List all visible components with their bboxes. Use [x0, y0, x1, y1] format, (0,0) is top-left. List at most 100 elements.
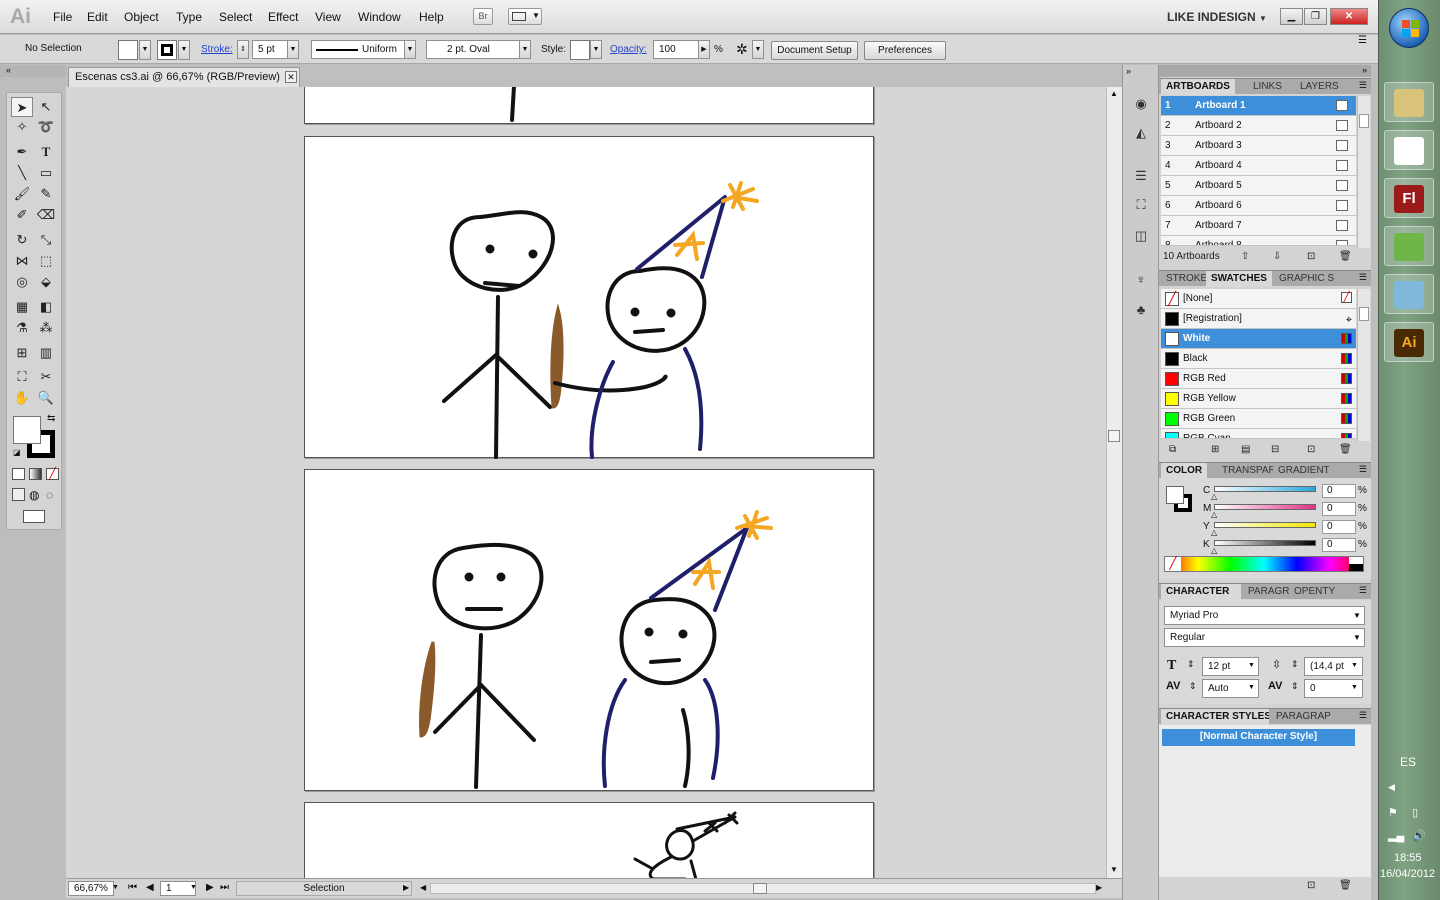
font-family-select[interactable]: Myriad Pro [1164, 606, 1365, 625]
artboard-row[interactable]: 5 Artboard 5 [1161, 176, 1356, 196]
tab-stroke[interactable]: STROKE [1161, 271, 1212, 287]
artboard-options-icon[interactable] [1336, 100, 1348, 111]
new-artboard-icon[interactable]: ⊡ [1307, 250, 1315, 264]
tab-color[interactable]: COLOR [1161, 463, 1208, 479]
show-hidden-icons-icon[interactable]: ◀ [1388, 782, 1395, 793]
scroll-right-icon[interactable]: ▶ [1096, 883, 1102, 892]
taskbar-app-button[interactable] [1384, 130, 1434, 170]
collapse-icon[interactable]: « [6, 65, 11, 75]
close-tab-icon[interactable]: ✕ [285, 71, 297, 83]
eraser-tool-icon[interactable]: ⌫ [35, 205, 57, 225]
document-tab[interactable]: Escenas cs3.ai @ 66,67% (RGB/Preview) ✕ [68, 67, 300, 87]
scroll-down-icon[interactable]: ▼ [1110, 865, 1118, 874]
recolor-icon[interactable]: ✲ [736, 41, 748, 58]
artboard-row[interactable]: 1 Artboard 1 [1161, 96, 1356, 116]
swatch-row[interactable]: RGB Green [1161, 409, 1356, 429]
previous-artboard-icon[interactable]: ◀ [146, 882, 154, 893]
column-graph-tool-icon[interactable]: ▥ [35, 343, 57, 363]
artboard-options-icon[interactable] [1336, 140, 1348, 151]
tab-transparency[interactable]: TRANSPAR [1217, 463, 1273, 479]
artboard-row[interactable]: 2 Artboard 2 [1161, 116, 1356, 136]
artboard-row-name[interactable]: Artboard 4 [1195, 156, 1242, 175]
swatch-row[interactable]: ╱ [None] ╱ [1161, 289, 1356, 309]
swatch-options-icon[interactable]: ▤ [1241, 443, 1250, 457]
fill-swatch[interactable] [118, 40, 138, 60]
status-menu-icon[interactable]: ▶ [403, 883, 409, 892]
document-setup-button[interactable]: Document Setup [771, 41, 858, 60]
draw-behind-icon[interactable]: ◍ [29, 488, 39, 502]
draw-inside-icon[interactable]: ◌ [46, 488, 53, 502]
kerning-stepper[interactable]: ⇕ [1189, 681, 1197, 692]
channel-value-input[interactable]: 0 [1322, 520, 1356, 534]
menu-edit[interactable]: Edit [87, 10, 108, 24]
delete-swatch-icon[interactable]: 🗑 [1339, 443, 1352, 457]
live-paint-tool-icon[interactable]: ⬙ [35, 272, 57, 292]
tab-artboards[interactable]: ARTBOARDS [1161, 79, 1235, 95]
delete-artboard-icon[interactable]: 🗑 [1339, 250, 1352, 264]
tracking-stepper[interactable]: ⇕ [1291, 681, 1299, 692]
brush-dropdown[interactable]: ▼ [519, 40, 531, 59]
fill-color-box[interactable] [13, 416, 41, 444]
swatches-scroll-thumb[interactable] [1359, 307, 1369, 321]
pathfinder-panel-icon[interactable]: ◫ [1132, 228, 1150, 246]
artboard-dropdown-icon[interactable]: ▼ [190, 884, 197, 891]
artboard-row-name[interactable]: Artboard 3 [1195, 136, 1242, 155]
magic-wand-tool-icon[interactable]: ✧ [11, 117, 33, 137]
symbol-sprayer-tool-icon[interactable]: ⊞ [11, 343, 33, 363]
swatch-row[interactable]: Black [1161, 349, 1356, 369]
lasso-tool-icon[interactable]: ➰ [35, 117, 57, 137]
color-spectrum[interactable]: ╱ [1164, 556, 1364, 572]
control-bar-menu-icon[interactable]: ☰ [1358, 35, 1367, 46]
workspace-switcher[interactable]: LIKE INDESIGN ▼ [1167, 10, 1267, 24]
gradient-mode-icon[interactable] [29, 468, 42, 480]
scale-tool-icon[interactable]: ⤡ [35, 230, 57, 250]
horizontal-scrollbar[interactable] [430, 883, 1096, 894]
hand-tool-icon[interactable]: ✋ [11, 388, 33, 408]
color-mode-icon[interactable] [12, 468, 25, 480]
pen-tool-icon[interactable]: ✒ [11, 142, 33, 162]
artboard-options-icon[interactable] [1336, 200, 1348, 211]
zoom-input[interactable]: 66,67% [68, 881, 114, 896]
swatch-row[interactable]: RGB Red [1161, 369, 1356, 389]
artboard-row-name[interactable]: Artboard 7 [1195, 216, 1242, 235]
eyedropper-tool-icon[interactable]: ⚗ [11, 318, 33, 338]
leading-stepper[interactable]: ⇕ [1291, 659, 1299, 670]
slider-handle-icon[interactable]: △ [1211, 510, 1217, 519]
stroke-label[interactable]: Stroke: [201, 44, 233, 55]
blend-tool-icon[interactable]: ⁂ [35, 318, 57, 338]
canvas[interactable] [66, 87, 1106, 878]
graphic-style-swatch[interactable] [570, 40, 590, 60]
start-button[interactable] [1389, 8, 1429, 48]
panel-menu-icon[interactable]: ☰ [1359, 585, 1367, 596]
menu-object[interactable]: Object [124, 10, 159, 24]
menu-select[interactable]: Select [219, 10, 252, 24]
action-center-icon[interactable]: ⚑ [1388, 806, 1398, 819]
selection-tool-icon[interactable]: ➤ [11, 97, 33, 117]
none-color-icon[interactable]: ╱ [1165, 557, 1181, 571]
transform-panel-icon[interactable]: ⛶ [1132, 197, 1150, 215]
direct-selection-tool-icon[interactable]: ↖ [35, 97, 57, 117]
collapse-dock-icon[interactable]: » [1362, 65, 1367, 75]
scroll-left-icon[interactable]: ◀ [420, 883, 426, 892]
artboard-row[interactable]: 4 Artboard 4 [1161, 156, 1356, 176]
zoom-dropdown-icon[interactable]: ▼ [112, 884, 119, 891]
mesh-tool-icon[interactable]: ▦ [11, 297, 33, 317]
align-panel-icon[interactable]: ☰ [1132, 168, 1150, 186]
shape-builder-tool-icon[interactable]: ◎ [11, 272, 33, 292]
tab-character[interactable]: CHARACTER [1161, 584, 1241, 600]
status-tool-display[interactable]: Selection [236, 881, 412, 896]
menu-view[interactable]: View [315, 10, 341, 24]
font-style-select[interactable]: Regular [1164, 628, 1365, 647]
pencil-tool-icon[interactable]: ✎ [35, 184, 57, 204]
black-color-chip[interactable] [1349, 564, 1363, 571]
artboard-row-name[interactable]: Artboard 8 [1195, 236, 1242, 245]
default-colors-icon[interactable]: ◪ [13, 448, 21, 457]
white-color-chip[interactable] [1349, 557, 1363, 564]
vertical-scrollbar[interactable]: ▲ ▼ [1106, 87, 1122, 878]
tab-links[interactable]: LINKS [1248, 79, 1287, 95]
arrange-documents-button[interactable]: ▼ [508, 8, 542, 25]
close-button[interactable]: ✕ [1330, 8, 1368, 25]
tab-swatches[interactable]: SWATCHES [1206, 271, 1272, 287]
artboard-scene-1[interactable] [304, 136, 874, 459]
line-tool-icon[interactable]: ╲ [11, 163, 33, 183]
